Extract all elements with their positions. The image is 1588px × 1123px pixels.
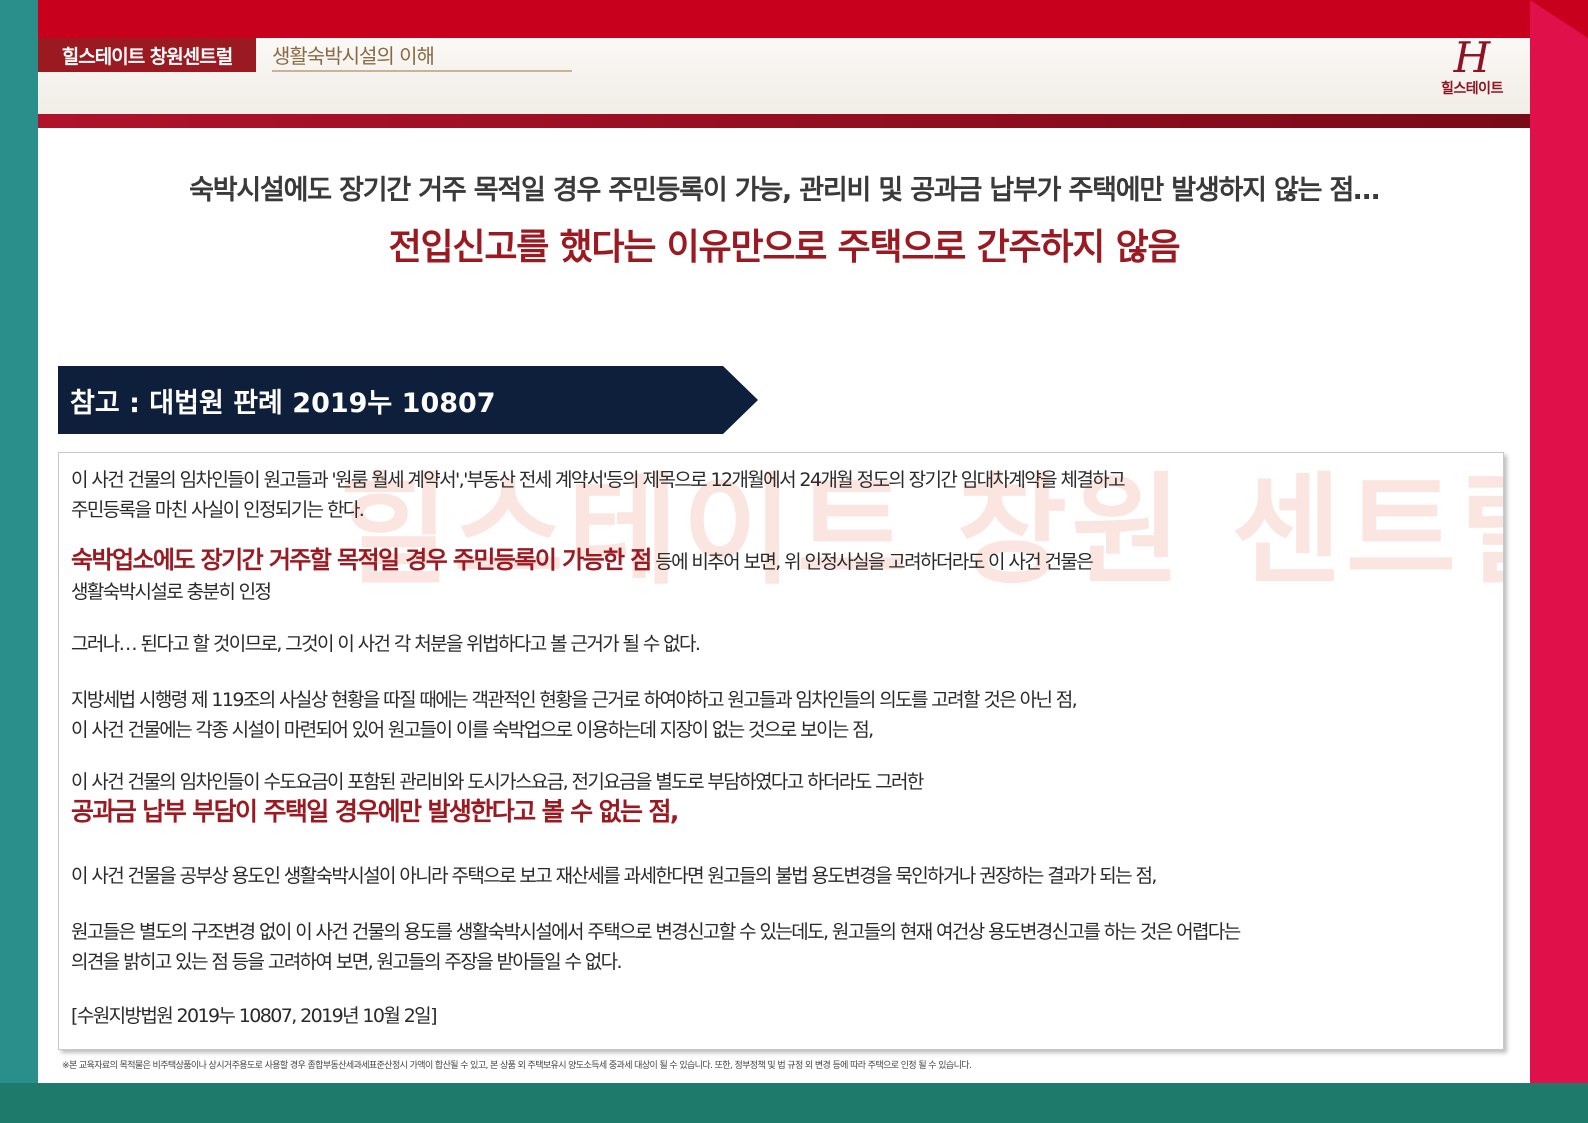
brand-tab: 힐스테이트 창원센트럴 (38, 38, 256, 72)
paragraph-4: 지방세법 시행령 제 119조의 사실상 현황을 따질 때에는 객관적인 현황을… (71, 685, 1491, 745)
paragraph-2: 숙박업소에도 장기간 거주할 목적일 경우 주민등록이 가능한 점 등에 비추어… (71, 545, 1491, 607)
paragraph-6: 이 사건 건물을 공부상 용도인 생활숙박시설이 아니라 주택으로 보고 재산세… (71, 865, 1157, 887)
highlight-text: 공과금 납부 부담이 주택일 경우에만 발생한다고 볼 수 없는 점, (71, 797, 679, 826)
paragraph-line: 의견을 밝히고 있는 점 등을 고려하여 보면, 원고들의 주장을 받아들일 수… (71, 951, 623, 973)
frame-bottom (0, 1083, 1588, 1123)
paragraph-line: 이 사건 건물의 임차인들이 원고들과 '원룸 월세 계약서','부동산 전세 … (71, 469, 1126, 491)
disclaimer-footnote: ※본 교육자료의 목적물은 비주택상품이나 상시거주용도로 사용할 경우 종합부… (62, 1061, 972, 1071)
header-strip (38, 114, 1530, 128)
frame-corner (1530, 0, 1588, 38)
headline-summary: 숙박시설에도 장기간 거주 목적일 경우 주민등록이 가능, 관리비 및 공과금… (189, 175, 1380, 206)
paragraph-line: 생활숙박시설로 충분히 인정 (71, 581, 272, 603)
reference-title: 참고 : 대법원 판례 2019누 10807 (70, 387, 496, 419)
frame-corner (1530, 1083, 1588, 1123)
paragraph-line: 이 사건 건물에는 각종 시설이 마련되어 있어 원고들이 이를 숙박업으로 이… (71, 719, 874, 741)
paragraph-line: 숙박업소에도 장기간 거주할 목적일 경우 주민등록이 가능한 점 등에 비추어… (71, 545, 1491, 577)
paragraph-line: 원고들은 별도의 구조변경 없이 이 사건 건물의 용도를 생활숙박시설에서 주… (71, 921, 1241, 943)
reference-banner: 참고 : 대법원 판례 2019누 10807 (58, 366, 758, 434)
paragraph-5: 이 사건 건물의 임차인들이 수도요금이 포함된 관리비와 도시가스요금, 전기… (71, 767, 1491, 827)
paragraph-text: 등에 비추어 보면, 위 인정사실을 고려하더라도 이 사건 건물은 (650, 551, 1094, 573)
ruling-content-box: 힐스테이트 창원 센트럴 이 사건 건물의 임차인들이 원고들과 '원룸 월세 … (58, 452, 1504, 1050)
section-title: 생활숙박시설의 이해 (272, 38, 572, 72)
paragraph-3: 그러나… 된다고 할 것이므로, 그것이 이 사건 각 처분을 위법하다고 볼 … (71, 633, 701, 655)
logo-mark-icon: H (1453, 38, 1491, 82)
highlight-text: 숙박업소에도 장기간 거주할 목적일 경우 주민등록이 가능한 점 (71, 546, 652, 574)
paragraph-line: 주민등록을 마친 사실이 인정되기는 한다. (71, 499, 365, 521)
paragraph-line: 이 사건 건물의 임차인들이 수도요금이 포함된 관리비와 도시가스요금, 전기… (71, 771, 924, 793)
header-band (38, 38, 1530, 114)
paragraph-7: 원고들은 별도의 구조변경 없이 이 사건 건물의 용도를 생활숙박시설에서 주… (71, 917, 1491, 977)
paragraph-line: 지방세법 시행령 제 119조의 사실상 현황을 따질 때에는 객관적인 현황을… (71, 689, 1078, 711)
brand-logo: H 힐스테이트 (1422, 38, 1522, 98)
frame-right (1530, 0, 1588, 1123)
citation: [수원지방법원 2019누 10807, 2019년 10월 2일] (71, 1005, 437, 1027)
slide-page: 힐스테이트 창원센트럴 생활숙박시설의 이해 H 힐스테이트 숙박시설에도 장기… (38, 38, 1530, 1083)
headline-conclusion: 전입신고를 했다는 이유만으로 주택으로 간주하지 않음 (388, 227, 1181, 268)
logo-text: 힐스테이트 (1441, 81, 1503, 97)
frame-top (0, 0, 1588, 38)
paragraph-1: 이 사건 건물의 임차인들이 원고들과 '원룸 월세 계약서','부동산 전세 … (71, 465, 1491, 525)
frame-left (0, 0, 38, 1123)
